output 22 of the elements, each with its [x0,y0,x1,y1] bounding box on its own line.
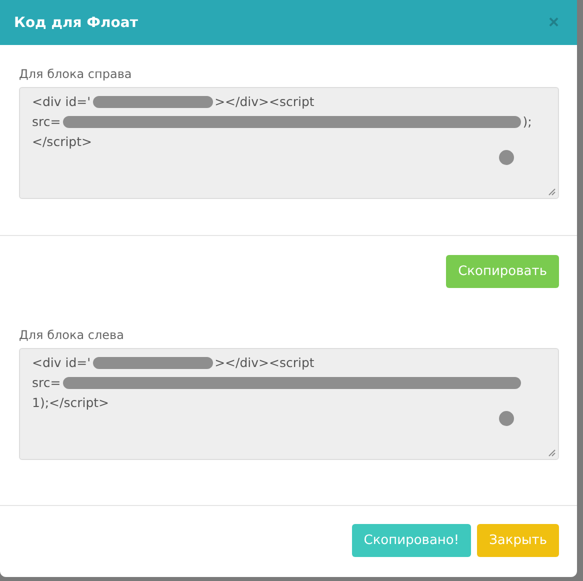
code-text: <div id=' [32,354,91,372]
field-label: Для блока справа [19,67,133,81]
resize-grip-icon[interactable] [548,188,556,196]
redaction-dot [499,411,514,426]
code-text: src= [32,374,61,392]
field-label: Для блока слева [19,328,125,342]
code-field[interactable]: <div id=' ></div><script src= ); </script> [19,87,559,199]
close-dialog-button[interactable]: Закрыть [477,524,559,557]
code-text: 1);</script> [32,394,110,412]
code-text: </script> [32,133,92,151]
dialog-title: Код для Флоат [14,14,138,30]
code-field[interactable]: <div id=' ></div><script src= 1);</script> [19,348,559,460]
copied-button[interactable]: Скопировано! [352,524,472,557]
code-text: ></div><script [214,93,314,111]
code-text: ); [522,113,532,131]
code-text: src= [32,113,61,131]
code-text: ></div><script [214,354,314,372]
code-text: <div id=' [32,93,91,111]
copy-button[interactable]: Скопировать [446,255,559,288]
redaction-dot [499,150,514,165]
close-button[interactable]: × [544,12,563,33]
resize-grip-icon[interactable] [548,449,556,457]
